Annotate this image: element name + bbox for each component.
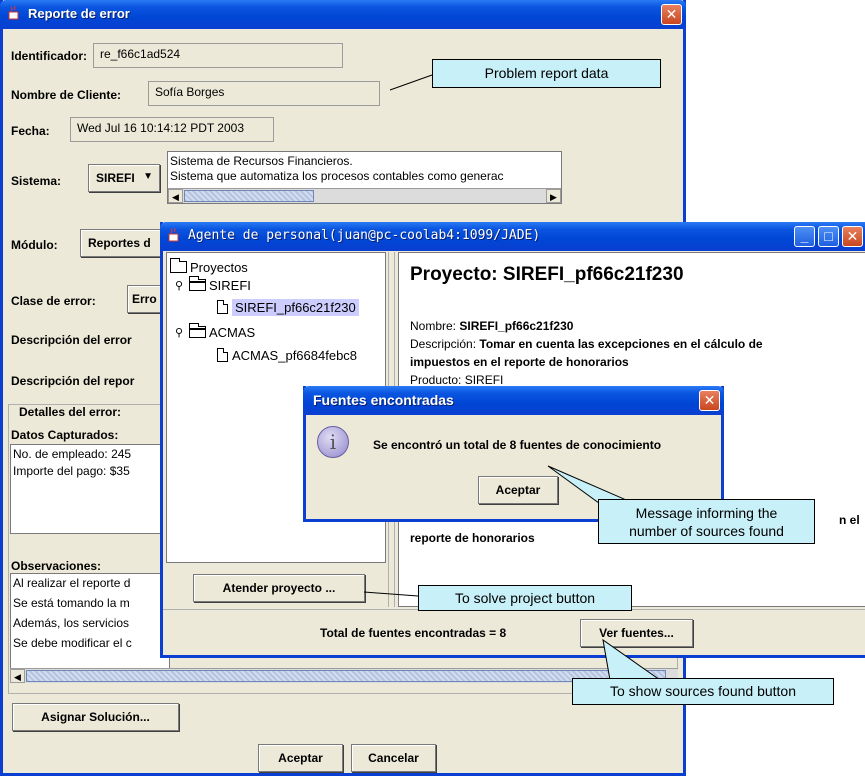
callout-solve-project: To solve project button (418, 585, 632, 611)
window-title: Reporte de error (28, 6, 130, 21)
total-fuentes-label: Total de fuentes encontradas = 8 (320, 626, 507, 640)
sistema-desc-line2: Sistema que automatiza los procesos cont… (170, 169, 504, 183)
obs-line-2: Se está tomando la m (13, 596, 130, 610)
observaciones-area[interactable]: Al realizar el reporte d Se está tomando… (10, 573, 170, 673)
tree-group-acmas[interactable]: ACMAS (189, 323, 255, 340)
dialog-aceptar-button[interactable]: Aceptar (478, 476, 558, 504)
java-cup-icon (168, 227, 179, 242)
close-button[interactable]: ✕ (699, 390, 720, 411)
tree-item-acmas[interactable]: ACMAS_pf6684febc8 (217, 348, 357, 363)
document-icon (217, 348, 228, 362)
clase-label: Clase de error: (11, 294, 96, 308)
chevron-down-icon: ▼ (143, 171, 153, 182)
document-icon (217, 300, 228, 314)
cliente-label: Nombre de Cliente: (11, 88, 122, 102)
expand-handle-icon[interactable]: ⚲ (175, 326, 183, 339)
callout-problem-report: Problem report data (432, 59, 661, 88)
info-icon: i (317, 426, 349, 458)
dialog-title: Fuentes encontradas (313, 392, 454, 408)
obs-line-4: Se debe modificar el c (13, 636, 132, 650)
descripcion-reporte-label: Descripción del repor (11, 374, 135, 388)
title-bar[interactable]: Reporte de error ✕ (0, 0, 686, 29)
close-button[interactable]: ✕ (842, 226, 863, 247)
close-button[interactable]: ✕ (661, 4, 682, 25)
sistema-label: Sistema: (11, 174, 62, 188)
cliente-field[interactable]: Sofía Borges (148, 81, 380, 106)
folder-open-icon (189, 323, 206, 338)
observaciones-label: Observaciones: (11, 559, 102, 573)
producto-line: Producto: SIREFI (410, 373, 504, 387)
descripcion-error-label: Descripción del error (11, 333, 132, 347)
expand-handle-icon[interactable]: ⚲ (175, 279, 183, 292)
fecha-label: Fecha: (11, 124, 50, 138)
nombre-line: Nombre: SIREFI_pf66c21f230 (410, 319, 574, 333)
ver-fuentes-button[interactable]: Ver fuentes... (580, 619, 693, 647)
sistema-description[interactable]: Sistema de Recursos Financieros. Sistema… (167, 151, 562, 204)
datos-line-2: Importe del pago: $35 (13, 464, 130, 478)
identificador-field[interactable]: re_f66c1ad524 (93, 43, 343, 68)
asignar-solucion-button[interactable]: Asignar Solución... (12, 703, 179, 731)
tree-root[interactable]: Proyectos (170, 258, 248, 275)
maximize-button[interactable]: □ (818, 226, 839, 247)
modulo-label: Módulo: (11, 238, 58, 252)
callout-message-sources: Message informing the number of sources … (598, 499, 815, 544)
agent-bottom-bar (163, 609, 865, 658)
scroll-left-icon[interactable]: ◀ (168, 189, 183, 203)
detalles-label: Detalles del error: (15, 405, 126, 419)
project-heading: Proyecto: SIREFI_pf66c21f230 (410, 264, 684, 285)
dialog-title-bar[interactable]: Fuentes encontradas ✕ (303, 386, 724, 415)
datos-capturados-area[interactable]: No. de empleado: 245 Importe del pago: $… (10, 444, 170, 534)
descripcion-line2: impuestos en el reporte de honorarios (410, 355, 629, 369)
minimize-button[interactable]: _ (794, 226, 815, 247)
sistema-desc-scrollbar[interactable]: ◀ ▶ (168, 188, 561, 203)
folder-icon (170, 258, 187, 273)
agent-window-title: Agente de personal(juan@pc-coolab4:1099/… (188, 228, 541, 243)
sistema-combo[interactable]: SIREFI ▼ (88, 164, 160, 192)
obs-line-3: Además, los servicios (13, 616, 130, 630)
folder-open-icon (189, 276, 206, 291)
obs-line-1: Al realizar el reporte d (13, 576, 131, 590)
sistema-desc-line1: Sistema de Recursos Financieros. (170, 154, 353, 168)
datos-line-1: No. de empleado: 245 (13, 447, 132, 461)
datos-capturados-label: Datos Capturados: (11, 428, 119, 442)
scroll-thumb[interactable] (184, 190, 314, 202)
modulo-combo[interactable]: Reportes d (80, 229, 170, 257)
sistema-combo-value: SIREFI (96, 171, 135, 185)
scroll-right-icon[interactable]: ▶ (546, 189, 561, 203)
descripcion-line: Descripción: Tomar en cuenta las excepci… (410, 337, 763, 351)
cancelar-button[interactable]: Cancelar (351, 744, 436, 772)
atender-proyecto-button[interactable]: Atender proyecto ... (193, 574, 365, 602)
reporte-line: reporte de honorarios (410, 531, 535, 545)
dialog-message: Se encontró un total de 8 fuentes de con… (373, 438, 662, 452)
tree-item-sirefi[interactable]: SIREFI_pf66c21f230 (217, 299, 359, 316)
scroll-thumb[interactable] (26, 670, 666, 682)
aceptar-button[interactable]: Aceptar (258, 744, 343, 772)
tree-group-sirefi[interactable]: SIREFI (189, 276, 251, 293)
scroll-left-icon[interactable]: ◀ (10, 669, 25, 683)
partial-right-text: n el (839, 513, 860, 527)
identificador-label: Identificador: (11, 49, 88, 63)
agent-title-bar[interactable]: Agente de personal(juan@pc-coolab4:1099/… (160, 222, 865, 251)
callout-show-sources: To show sources found button (572, 678, 834, 705)
fecha-field[interactable]: Wed Jul 16 10:14:12 PDT 2003 (70, 117, 274, 142)
java-cup-icon (8, 5, 19, 20)
